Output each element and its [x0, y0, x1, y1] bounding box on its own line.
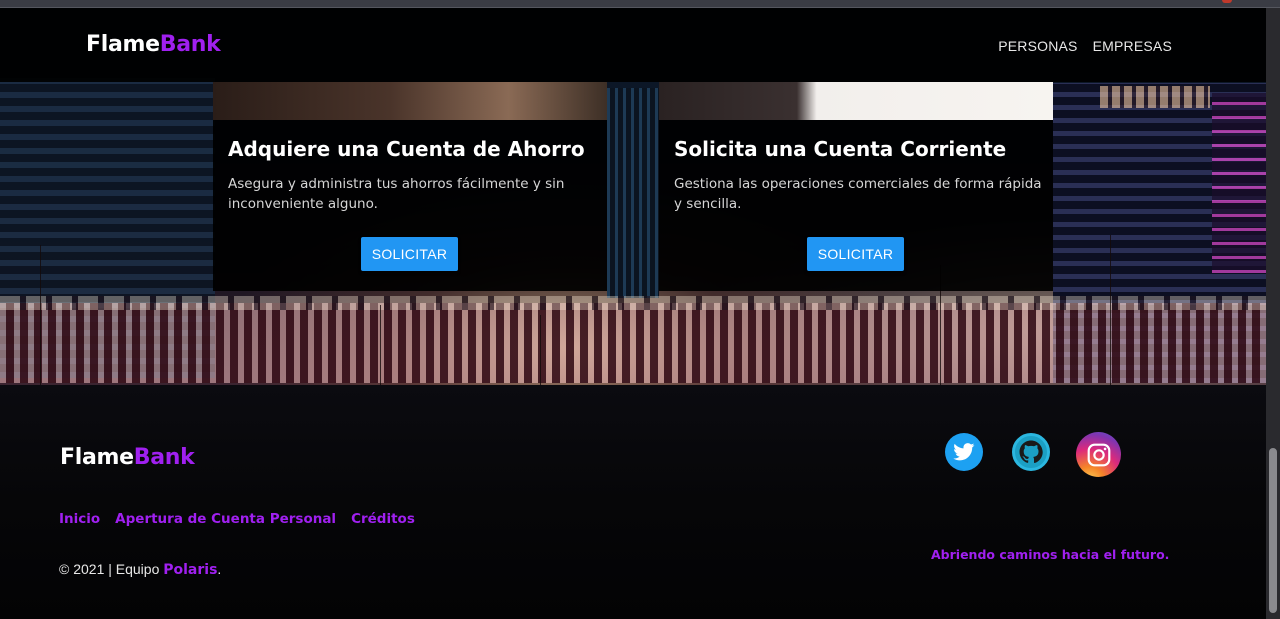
footer-link-creditos[interactable]: Créditos	[351, 511, 415, 527]
nav-link-empresas[interactable]: EMPRESAS	[1093, 38, 1172, 54]
footer-tagline: Abriendo caminos hacia el futuro.	[931, 547, 1170, 562]
navbar-logo[interactable]: FlameBank	[86, 32, 221, 57]
hero-neon-right	[1212, 93, 1266, 273]
card-title: Adquiere una Cuenta de Ahorro	[228, 137, 585, 161]
logo-part-flame: Flame	[86, 32, 160, 57]
nav-links: PERSONAS EMPRESAS	[998, 38, 1172, 54]
logo-part-bank: Bank	[159, 32, 221, 57]
copyright-prefix: © 2021 | Equipo	[59, 561, 164, 577]
window-close-indicator	[1222, 0, 1232, 3]
page: FlameBank PERSONAS EMPRESAS Adquiere una…	[0, 0, 1280, 619]
logo-part-flame: Flame	[60, 445, 134, 470]
footer-link-apertura-cuenta[interactable]: Apertura de Cuenta Personal	[115, 511, 336, 527]
navbar: FlameBank PERSONAS EMPRESAS	[0, 8, 1266, 82]
logo-part-bank: Bank	[133, 445, 195, 470]
github-icon[interactable]	[1012, 433, 1050, 471]
copyright: © 2021 | Equipo Polaris.	[59, 561, 221, 578]
hero-tree	[380, 305, 381, 385]
card-image	[659, 82, 1053, 120]
hero-tree	[540, 315, 541, 385]
browser-top-strip	[0, 0, 1280, 8]
hero-building-center	[607, 88, 659, 298]
solicitar-button[interactable]: SOLICITAR	[361, 237, 458, 271]
footer-logo[interactable]: FlameBank	[60, 445, 195, 470]
scrollbar-thumb[interactable]	[1269, 448, 1277, 613]
hero-lit-band	[0, 303, 1266, 383]
hero-lit-band-upper	[0, 296, 1266, 310]
footer-links: Inicio Apertura de Cuenta Personal Crédi…	[59, 511, 415, 527]
card-description: Asegura y administra tus ahorros fácilme…	[228, 176, 565, 212]
card-cuenta-ahorro: Adquiere una Cuenta de Ahorro Asegura y …	[213, 82, 607, 291]
team-name: Polaris	[163, 562, 218, 578]
card-cuenta-corriente: Solicita una Cuenta Corriente Gestiona l…	[659, 82, 1053, 291]
footer: FlameBank Inicio Apertura de Cuenta Pers…	[0, 385, 1266, 619]
copyright-suffix: .	[217, 561, 222, 577]
card-title: Solicita una Cuenta Corriente	[674, 137, 1007, 161]
nav-link-personas[interactable]: PERSONAS	[998, 38, 1077, 54]
card-description: Gestiona las operaciones comerciales de …	[674, 176, 1042, 212]
instagram-icon[interactable]	[1076, 432, 1121, 477]
solicitar-button[interactable]: SOLICITAR	[807, 237, 904, 271]
twitter-bird-glyph	[953, 443, 975, 461]
hero-tree	[1110, 235, 1111, 385]
twitter-icon[interactable]	[945, 433, 983, 471]
github-octocat-glyph	[1019, 440, 1043, 464]
hero-lit-top-right	[1100, 86, 1210, 108]
footer-link-inicio[interactable]: Inicio	[59, 511, 100, 527]
instagram-camera-glyph	[1087, 443, 1110, 466]
hero-tree	[40, 245, 41, 385]
card-image	[213, 82, 607, 120]
